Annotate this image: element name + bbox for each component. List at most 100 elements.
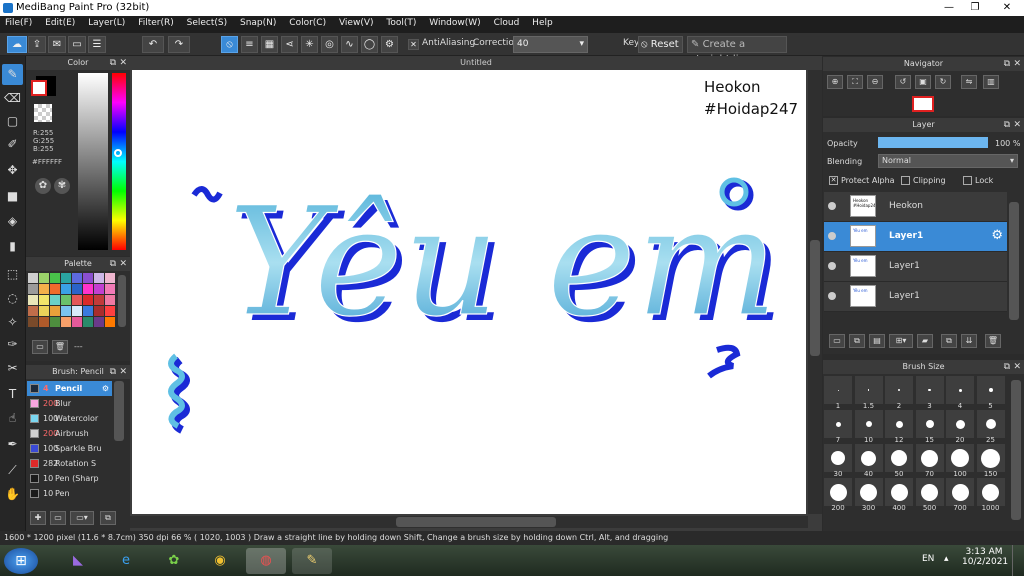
show-desktop-button[interactable] [1012,545,1024,576]
menu-select[interactable]: Select(S) [182,16,233,30]
text-tool-icon[interactable]: T [2,384,23,405]
antialiasing-checkbox[interactable]: ✕ [408,39,419,50]
snap-grid-icon[interactable]: ▦ [261,36,278,53]
reset-button[interactable]: ⦸ Reset [638,36,683,53]
protect-alpha-checkbox[interactable]: ✕ [829,176,838,185]
palette-swatch[interactable] [94,284,104,294]
correction-select[interactable]: 40 ▾ [513,36,588,53]
visual-studio-icon[interactable]: ◣ [58,548,98,574]
delete-layer-icon[interactable]: 🗑 [985,334,1001,348]
menu-snap[interactable]: Snap(N) [235,16,281,30]
palette-swatch[interactable] [61,284,71,294]
brush-menu-icon[interactable]: ▭▾ [70,511,94,525]
snap-off-icon[interactable]: ⦸ [221,36,238,53]
drawing-canvas[interactable]: Heokon #Hoidap247 Yêu em Yêu em [132,70,806,514]
menu-edit[interactable]: Edit(E) [40,16,80,30]
blending-select[interactable]: Normal ▾ [878,154,1018,168]
close-icon[interactable]: ✕ [119,257,127,271]
snap-settings-icon[interactable]: ⚙ [381,36,398,53]
snap-radial-icon[interactable]: ✳ [301,36,318,53]
visibility-eye-icon[interactable] [828,262,836,270]
page-icon[interactable]: ▭ [68,36,86,53]
palette-swatch[interactable] [39,284,49,294]
maximize-button[interactable]: ❐ [962,0,988,16]
add-brush-icon[interactable]: ✚ [30,511,46,525]
float-icon[interactable]: ⧉ [1004,57,1010,71]
close-icon[interactable]: ✕ [1013,360,1021,374]
zoom-out-icon[interactable]: ⊖ [867,75,883,89]
chrome-icon[interactable]: ◉ [200,548,240,574]
float-icon[interactable]: ⧉ [1004,360,1010,374]
fill-rect-tool-icon[interactable]: ■ [2,186,23,207]
vertical-scroll-track[interactable] [808,70,822,514]
hue-handle[interactable] [114,149,122,157]
horizontal-scroll-track[interactable] [130,516,808,528]
palette-swatch[interactable] [39,306,49,316]
palette-swatch[interactable] [61,273,71,283]
actual-size-icon[interactable]: ▣ [915,75,931,89]
new-page-icon[interactable]: ▭ [32,340,48,354]
eyedropper-tool-icon[interactable]: ✒ [2,434,23,455]
palette-swatch[interactable] [94,317,104,327]
snap-circle-icon[interactable]: ◎ [321,36,338,53]
fit-screen-icon[interactable]: ⛶ [847,75,863,89]
palette-swatch[interactable] [28,284,38,294]
brush-tool-icon[interactable]: ✎ [2,64,23,85]
palette-swatch[interactable] [83,306,93,316]
palette-swatch[interactable] [83,284,93,294]
menu-layer[interactable]: Layer(L) [83,16,130,30]
rotate-right-icon[interactable]: ↻ [935,75,951,89]
palette-swatch[interactable] [28,295,38,305]
palette-swatch[interactable] [105,295,115,305]
lasso-tool-icon[interactable]: ◌ [2,288,23,309]
trash-icon[interactable]: 🗑 [52,340,68,354]
list-icon[interactable]: ☰ [88,36,106,53]
palette-swatch[interactable] [94,306,104,316]
canvas-tab[interactable]: Untitled [130,56,822,70]
menu-filter[interactable]: Filter(R) [133,16,179,30]
rotate-left-icon[interactable]: ↺ [895,75,911,89]
color-brightness-bar[interactable] [78,73,108,250]
layer-row[interactable]: Yêu em Layer1 ⚙ [824,222,1007,252]
palette-icon[interactable]: ✿ [35,178,51,194]
flip-icon[interactable]: ⇋ [961,75,977,89]
duplicate-layer-icon[interactable]: ⧉ [941,334,957,348]
palette-swatch[interactable] [39,317,49,327]
close-icon[interactable]: ✕ [1013,118,1021,132]
close-icon[interactable]: ✕ [1013,57,1021,71]
bucket-tool-icon[interactable]: ◈ [2,211,23,232]
vertical-scroll-thumb[interactable] [810,240,820,356]
brush-item[interactable]: 282Rotation S [27,456,112,471]
palette-swatch[interactable] [61,295,71,305]
medibang-taskbar-icon[interactable]: ◍ [246,548,286,574]
brush-item[interactable]: 4 Pencil ⚙ [27,381,112,396]
close-button[interactable]: ✕ [990,0,1024,16]
menu-help[interactable]: Help [527,16,558,30]
tray-arrow-icon[interactable]: ▴ [944,554,949,564]
palette-swatch[interactable] [28,306,38,316]
transparent-color-swatch[interactable] [34,104,52,122]
visibility-eye-icon[interactable] [828,232,836,240]
straight-line-button[interactable]: ✎ Create a straight line [687,36,787,65]
minimize-button[interactable]: — [936,0,962,16]
brush-item[interactable]: 10 Pen [27,486,112,501]
add-layer-menu-icon[interactable]: ⊞▾ [889,334,913,348]
magic-wand-tool-icon[interactable]: ✧ [2,312,23,333]
palette-swatch[interactable] [83,295,93,305]
coccoc-icon[interactable]: ✿ [154,548,194,574]
palette-swatch[interactable] [94,273,104,283]
float-icon[interactable]: ⧉ [110,365,116,379]
layer-row[interactable]: Heokon #Hoidap247 Heokon [824,192,1007,222]
snap-curve-icon[interactable]: ∿ [341,36,358,53]
palette-swatch[interactable] [50,306,60,316]
close-icon[interactable]: ✕ [119,56,127,70]
select-pen-tool-icon[interactable]: ✑ [2,334,23,355]
snap-perspective-icon[interactable]: ⋖ [281,36,298,53]
brush-item[interactable]: 200Blur [27,396,112,411]
eraser-tool-icon[interactable]: ⌫ [2,88,23,109]
palette-swatch[interactable] [105,273,115,283]
opacity-slider[interactable] [878,137,988,148]
menu-cloud[interactable]: Cloud [489,16,525,30]
new-brush-icon[interactable]: ▭ [50,511,66,525]
brush-item[interactable]: 200Airbrush [27,426,112,441]
